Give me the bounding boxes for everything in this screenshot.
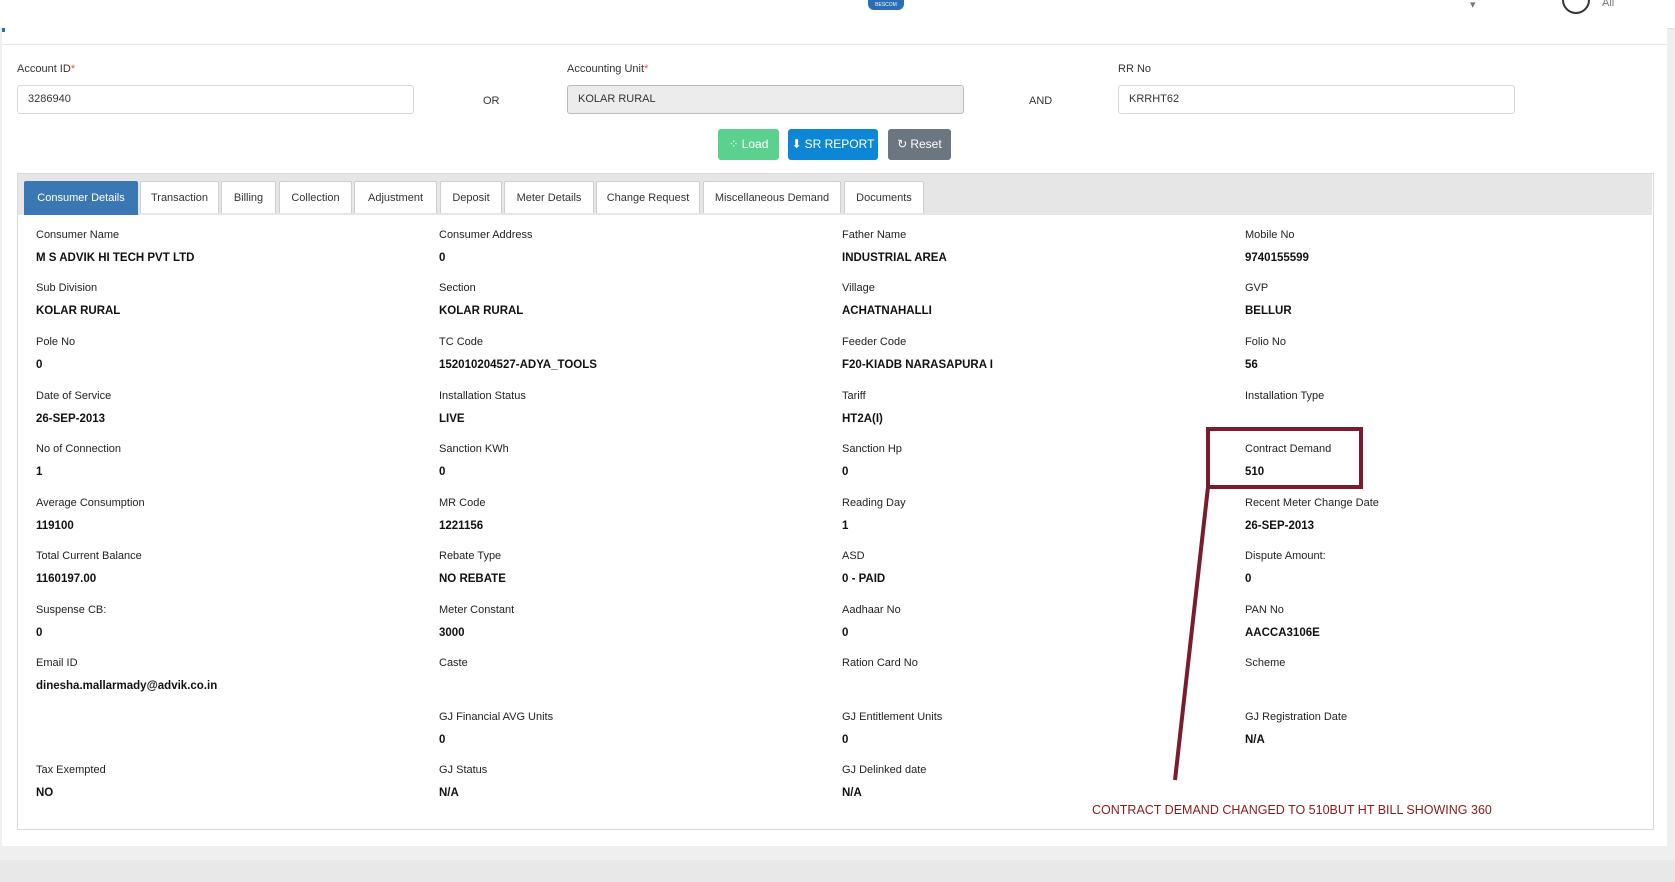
annotation-note: CONTRACT DEMAND CHANGED TO 510BUT HT BIL… (1092, 803, 1492, 817)
footer-strip (0, 860, 1675, 882)
annotation-arrow (1173, 486, 1210, 781)
